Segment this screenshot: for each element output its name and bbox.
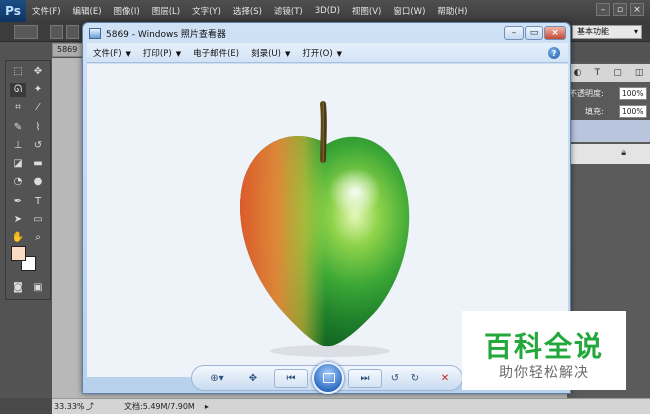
ps-menu-edit[interactable]: 编辑(E)	[67, 5, 108, 17]
blur-tool-icon[interactable]: ◔	[10, 175, 26, 189]
new-selection-icon[interactable]	[50, 25, 63, 39]
share-icon[interactable]: ⤴	[86, 401, 94, 412]
magic-wand-icon[interactable]: ✦	[30, 83, 46, 97]
screen-mode-icon[interactable]: ▣	[30, 281, 46, 295]
ps-statusbar: 33.33% ⤴ 文档:5.49M/7.90M ▸	[52, 398, 650, 414]
zoom-tool-icon[interactable]: ⌕	[30, 231, 46, 245]
crop-tool-icon[interactable]: ⌗	[10, 101, 26, 115]
dodge-tool-icon[interactable]: ●	[30, 175, 46, 189]
lasso-tool-icon[interactable]: ᘏ	[10, 83, 26, 97]
zoom-percent[interactable]: 33.33%	[52, 402, 85, 411]
fill-row: 填充: 100%	[567, 104, 650, 120]
viewer-menu-print[interactable]: 打印(P) ▼	[137, 47, 187, 59]
ps-menu-type[interactable]: 文字(Y)	[186, 5, 227, 17]
ps-window-controls: – ▫ ×	[596, 3, 644, 16]
viewer-menu-burn[interactable]: 刻录(U) ▼	[245, 47, 296, 59]
fill-label: 填充:	[585, 107, 604, 116]
brush-tool-icon[interactable]: ⌇	[30, 121, 46, 135]
type-filter-icon[interactable]: T	[595, 68, 601, 78]
minimize-icon[interactable]: –	[596, 3, 610, 16]
watermark-logo: 百科全说 助你轻松解决	[462, 311, 626, 390]
zoom-icon[interactable]: ⊕▾	[206, 372, 228, 385]
ps-menu-layer[interactable]: 图层(L)	[146, 5, 186, 17]
clone-stamp-icon[interactable]: ⊥	[10, 139, 26, 153]
lock-icon: 🔒︎	[621, 148, 626, 158]
restore-icon[interactable]: ▫	[613, 3, 627, 16]
viewer-titlebar: 5869 - Windows 照片查看器	[83, 23, 570, 43]
hand-tool-icon[interactable]: ✋	[10, 231, 26, 245]
viewer-menu-open[interactable]: 打开(O) ▼	[296, 47, 348, 59]
history-brush-icon[interactable]: ↺	[30, 139, 46, 153]
fill-input[interactable]: 100%	[619, 105, 647, 118]
ps-menu-filter[interactable]: 滤镜(T)	[268, 5, 309, 17]
ps-menu-window[interactable]: 窗口(W)	[387, 5, 431, 17]
help-icon[interactable]: ?	[548, 47, 560, 59]
actual-size-icon[interactable]: ✥	[246, 372, 260, 385]
path-selection-icon[interactable]: ➤	[10, 213, 26, 227]
close-icon[interactable]: ×	[630, 3, 644, 16]
opacity-label: 不透明度:	[569, 89, 604, 98]
rotate-left-icon[interactable]: ↺	[388, 372, 402, 385]
next-icon: ⏭	[360, 373, 370, 384]
ps-menu-3d[interactable]: 3D(D)	[309, 6, 346, 16]
workspace-select[interactable]: 基本功能	[572, 25, 642, 39]
viewer-minimize-icon[interactable]: –	[504, 26, 524, 40]
opacity-input[interactable]: 100%	[619, 87, 647, 100]
viewer-maximize-icon[interactable]: ▭	[525, 26, 543, 40]
viewer-menu-email[interactable]: 电子邮件(E)	[187, 47, 245, 59]
viewer-close-icon[interactable]: ×	[544, 26, 566, 40]
move-tool-icon[interactable]: ✥	[30, 65, 46, 79]
quick-mask-icon[interactable]: ◙	[10, 281, 26, 295]
document-size: 文档:5.49M/7.90M	[124, 402, 195, 411]
watermark-title: 百科全说	[483, 330, 604, 363]
pen-tool-icon[interactable]: ✒	[10, 195, 26, 209]
slideshow-button[interactable]	[312, 362, 344, 394]
ps-menubar: Ps 文件(F) 编辑(E) 图像(I) 图层(L) 文字(Y) 选择(S) 滤…	[0, 0, 650, 22]
type-tool-icon[interactable]: T	[30, 195, 46, 209]
watermark-subtitle: 助你轻松解决	[499, 365, 589, 381]
pixel-filter-icon[interactable]: ◐	[574, 68, 582, 78]
foreground-color-swatch[interactable]	[11, 246, 26, 261]
ps-menu-help[interactable]: 帮助(H)	[431, 5, 473, 17]
ps-menu-file[interactable]: 文件(F)	[26, 5, 67, 17]
ps-menu-select[interactable]: 选择(S)	[227, 5, 268, 17]
lasso-tool-preset-icon[interactable]	[14, 25, 38, 39]
healing-brush-icon[interactable]: ✎	[10, 121, 26, 135]
ps-menu-view[interactable]: 视图(V)	[346, 5, 387, 17]
ps-status-left	[0, 398, 52, 414]
rotate-right-icon[interactable]: ↻	[408, 372, 422, 385]
shape-filter-icon[interactable]: ▢	[613, 68, 622, 78]
layers-filter-bar: ◐ T ▢ ◫	[567, 64, 650, 82]
add-selection-icon[interactable]	[66, 25, 79, 39]
viewer-control-pill: ⊕▾ ✥ ⏮ ⏭ ↺ ↻ ✕	[191, 362, 463, 394]
eraser-icon[interactable]: ◪	[10, 157, 26, 171]
status-arrow-icon[interactable]: ▸	[205, 402, 209, 411]
previous-icon: ⏮	[286, 373, 296, 384]
marquee-tool-icon[interactable]: ⬚	[10, 65, 26, 79]
viewer-menu-file[interactable]: 文件(F) ▼	[87, 47, 137, 59]
opacity-row: 不透明度: 100%	[567, 86, 650, 102]
viewer-title: 5869 - Windows 照片查看器	[106, 29, 226, 40]
photoshop-logo: Ps	[0, 0, 26, 22]
layer-row-selected[interactable]	[567, 120, 650, 142]
shape-tool-icon[interactable]: ▭	[30, 213, 46, 227]
delete-icon[interactable]: ✕	[438, 372, 452, 385]
gradient-tool-icon[interactable]: ▬	[30, 157, 46, 171]
viewer-menubar: 文件(F) ▼ 打印(P) ▼ 电子邮件(E) 刻录(U) ▼ 打开(O) ▼ ?	[87, 43, 568, 63]
layer-row[interactable]: 🔒︎	[567, 144, 650, 164]
smart-filter-icon[interactable]: ◫	[635, 68, 644, 78]
photo-viewer-app-icon	[89, 27, 101, 39]
eyedropper-icon[interactable]: ⁄	[30, 101, 46, 115]
ps-menu-image[interactable]: 图像(I)	[108, 5, 146, 17]
